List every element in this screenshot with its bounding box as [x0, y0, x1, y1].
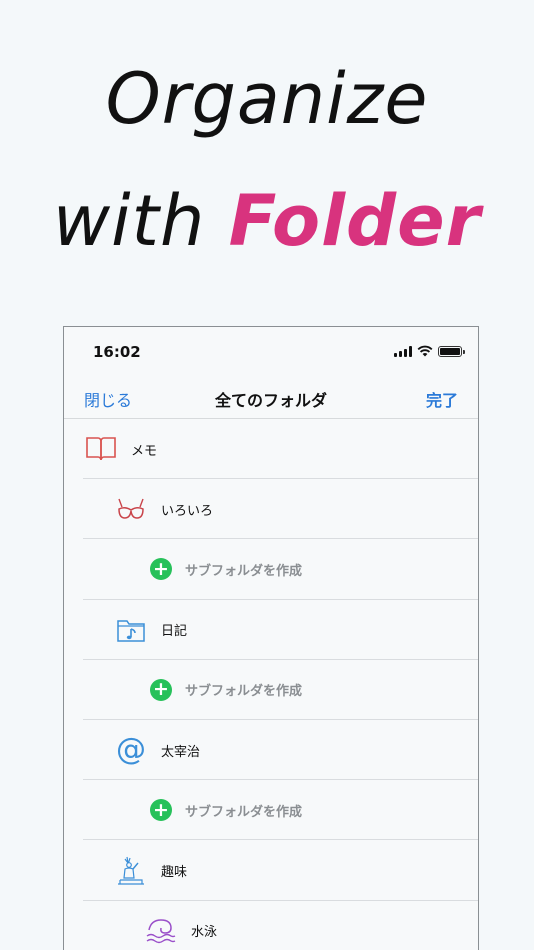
wave-icon: [145, 915, 177, 947]
wifi-icon: [417, 345, 433, 357]
folder-label: 趣味: [161, 864, 188, 880]
folder-row-swimming[interactable]: 水泳: [64, 901, 478, 950]
folder-row-memo[interactable]: メモ: [64, 419, 478, 480]
status-time: 16:02: [93, 343, 141, 361]
plus-circle-icon: +: [150, 678, 172, 701]
headline-line-1: Organize: [0, 58, 534, 140]
create-subfolder-label: サブフォルダを作成: [185, 563, 303, 579]
folder-label: 日記: [161, 624, 188, 640]
nav-title: 全てのフォルダ: [214, 391, 327, 410]
statue-of-liberty-icon: [115, 854, 147, 886]
cellular-signal-icon: [394, 345, 412, 357]
folder-label: メモ: [131, 443, 158, 459]
folder-list: メモ いろいろ + サブフォルダを作成 日記 + サブフォルダを作成 @ 太宰治…: [64, 419, 478, 950]
headline-word-organize: Organize: [105, 58, 429, 140]
folder-label: 水泳: [191, 925, 218, 941]
folder-row-hobby[interactable]: 趣味: [64, 840, 478, 901]
status-bar: 16:02: [64, 327, 478, 379]
folder-row-diary[interactable]: 日記: [64, 600, 478, 660]
plus-circle-icon: +: [150, 799, 172, 822]
create-subfolder-row[interactable]: + サブフォルダを作成: [64, 780, 478, 841]
create-subfolder-row[interactable]: + サブフォルダを作成: [64, 539, 478, 600]
bra-icon: [115, 493, 147, 525]
phone-screen: 16:02 閉じる 全てのフォルダ 完了 メモ いろいろ + サブフォルダを作成…: [63, 326, 479, 950]
folder-label: いろいろ: [161, 503, 214, 519]
folder-row-dazai[interactable]: @ 太宰治: [64, 720, 478, 781]
plus-circle-icon: +: [150, 558, 172, 581]
navigation-bar: 閉じる 全てのフォルダ 完了: [64, 379, 478, 419]
folder-row-iroiro[interactable]: いろいろ: [64, 479, 478, 540]
create-subfolder-label: サブフォルダを作成: [185, 684, 303, 700]
done-button[interactable]: 完了: [426, 387, 458, 411]
battery-icon: [438, 345, 465, 357]
at-sign-icon: @: [116, 732, 146, 768]
book-icon: [85, 433, 117, 465]
headline-word-with: with: [52, 180, 229, 262]
status-icons: [394, 345, 465, 357]
music-folder-icon: [115, 614, 147, 646]
create-subfolder-row[interactable]: + サブフォルダを作成: [64, 660, 478, 720]
headline-line-2: with Folder: [0, 180, 534, 262]
headline-word-folder: Folder: [228, 180, 482, 262]
folder-label: 太宰治: [161, 744, 201, 760]
create-subfolder-label: サブフォルダを作成: [185, 804, 303, 820]
